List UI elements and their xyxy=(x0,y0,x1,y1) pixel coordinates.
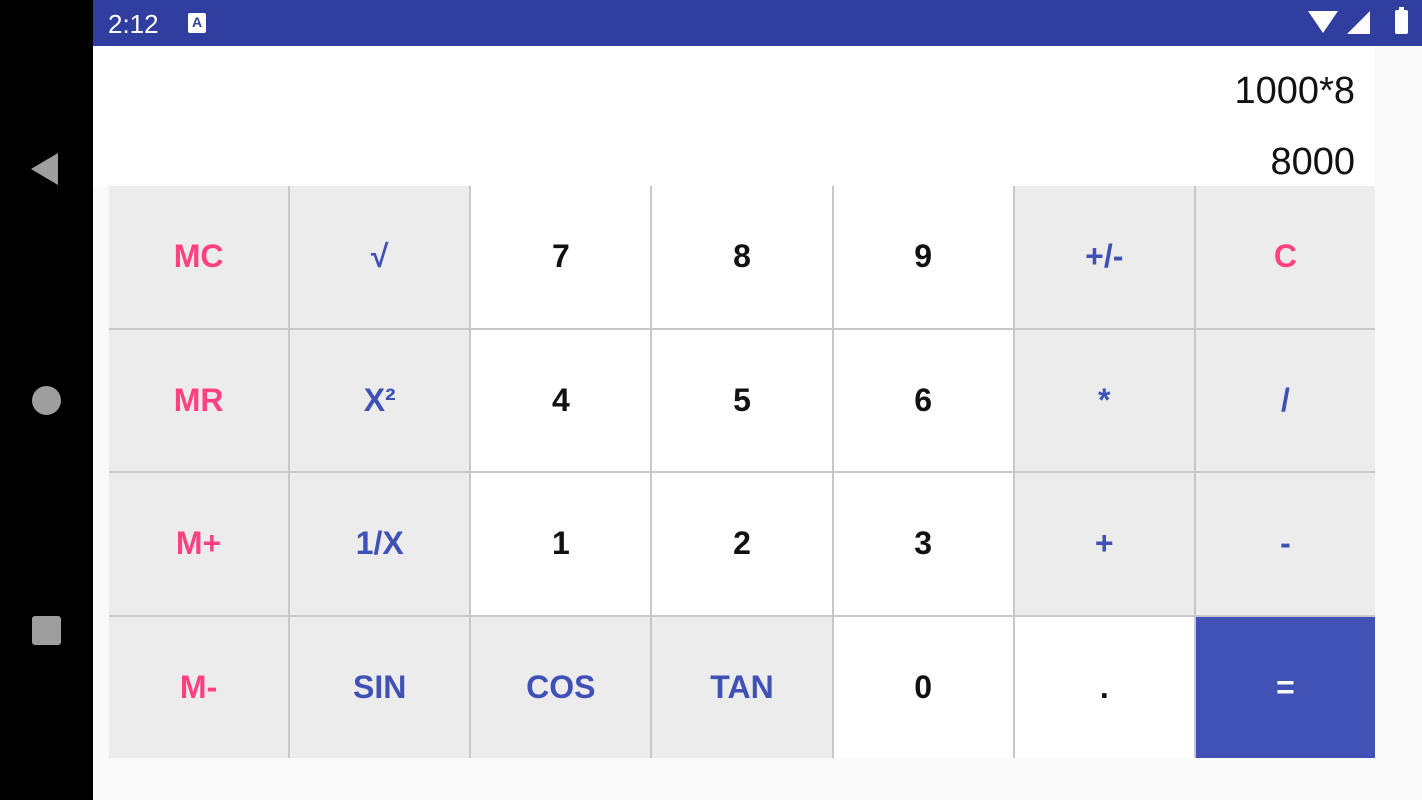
digit-3-button[interactable]: 3 xyxy=(833,473,1013,615)
memory-clear-button[interactable]: MC xyxy=(109,186,289,328)
tan-button[interactable]: TAN xyxy=(652,616,832,758)
square-button[interactable]: X² xyxy=(290,329,470,471)
home-icon[interactable] xyxy=(32,386,61,415)
multiply-button[interactable]: * xyxy=(1014,329,1194,471)
sign-toggle-button[interactable]: +/- xyxy=(1014,186,1194,328)
expression-text: 1000*8 xyxy=(1234,70,1355,112)
recents-icon[interactable] xyxy=(32,616,61,645)
memory-subtract-button[interactable]: M- xyxy=(109,616,289,758)
add-button[interactable]: + xyxy=(1014,473,1194,615)
back-icon[interactable] xyxy=(31,153,58,185)
status-bar: 2:12 A xyxy=(93,0,1422,46)
decimal-point-button[interactable]: . xyxy=(1014,616,1194,758)
calculator-app: 1000*8 8000 MC √ 7 8 9 +/- C MR X² 4 5 6 * / M+ 1/X 1 2 3 +… xyxy=(93,46,1422,800)
digit-7-button[interactable]: 7 xyxy=(471,186,651,328)
digit-8-button[interactable]: 8 xyxy=(652,186,832,328)
wifi-icon xyxy=(1308,11,1338,33)
battery-icon xyxy=(1395,7,1408,34)
reciprocal-button[interactable]: 1/X xyxy=(290,473,470,615)
cos-button[interactable]: COS xyxy=(471,616,651,758)
sin-button[interactable]: SIN xyxy=(290,616,470,758)
clear-button[interactable]: C xyxy=(1195,186,1375,328)
result-text: 8000 xyxy=(1270,141,1355,183)
calculator-display: 1000*8 8000 xyxy=(93,46,1375,186)
navigation-bar xyxy=(0,0,93,800)
digit-9-button[interactable]: 9 xyxy=(833,186,1013,328)
digit-2-button[interactable]: 2 xyxy=(652,473,832,615)
signal-icon xyxy=(1347,11,1370,34)
digit-5-button[interactable]: 5 xyxy=(652,329,832,471)
divide-button[interactable]: / xyxy=(1195,329,1375,471)
notification-icon: A xyxy=(188,13,206,33)
subtract-button[interactable]: - xyxy=(1195,473,1375,615)
memory-recall-button[interactable]: MR xyxy=(109,329,289,471)
keypad: MC √ 7 8 9 +/- C MR X² 4 5 6 * / M+ 1/X 1 2 3 + - M- SIN COS TAN… xyxy=(109,186,1375,758)
equals-button[interactable]: = xyxy=(1195,616,1375,758)
square-root-button[interactable]: √ xyxy=(290,186,470,328)
digit-1-button[interactable]: 1 xyxy=(471,473,651,615)
status-time: 2:12 xyxy=(108,9,159,39)
memory-add-button[interactable]: M+ xyxy=(109,473,289,615)
digit-6-button[interactable]: 6 xyxy=(833,329,1013,471)
digit-0-button[interactable]: 0 xyxy=(833,616,1013,758)
digit-4-button[interactable]: 4 xyxy=(471,329,651,471)
